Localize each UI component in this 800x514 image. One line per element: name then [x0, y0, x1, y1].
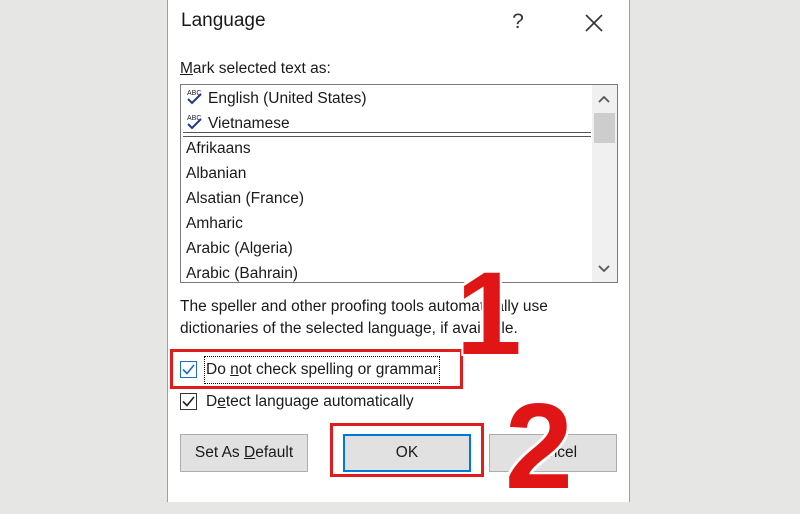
list-item-pinned[interactable]: ABC English (United States) [186, 86, 367, 111]
title-bar: Language ? [168, 0, 629, 46]
close-icon [585, 14, 603, 32]
checkbox[interactable] [180, 393, 197, 410]
scroll-up-icon[interactable] [596, 91, 612, 107]
detect-label: Detect language automatically [206, 393, 414, 410]
detect-language-checkbox[interactable]: Detect language automatically [180, 390, 440, 414]
checkmark-icon [182, 396, 195, 407]
list-item[interactable]: Arabic (Algeria) [186, 236, 293, 261]
dialog-title: Language [181, 10, 266, 31]
step1-highlight-box [170, 349, 463, 389]
scroll-down-icon[interactable] [596, 261, 612, 277]
list-item[interactable]: Albanian [186, 161, 246, 186]
list-item[interactable]: Alsatian (France) [186, 186, 304, 211]
step2-highlight-box [330, 423, 484, 477]
list-divider [183, 132, 591, 133]
language-listbox[interactable]: ABC English (United States) ABC Vietname… [180, 84, 618, 283]
list-item[interactable]: Arabic (Bahrain) [186, 261, 298, 282]
list-item[interactable]: Amharic [186, 211, 243, 236]
scroll-thumb[interactable] [594, 113, 615, 143]
info-text: The speller and other proofing tools aut… [180, 298, 548, 337]
vertical-scrollbar[interactable] [592, 85, 617, 282]
help-button[interactable]: ? [506, 8, 530, 36]
set-as-default-button[interactable]: Set As Default [180, 434, 308, 472]
close-button[interactable] [580, 9, 608, 37]
proofing-abc-icon: ABC [187, 115, 202, 130]
mark-selected-label: Mark selected text as: [180, 60, 331, 77]
step2-number: 2 [505, 378, 573, 514]
proofing-abc-icon: ABC [187, 90, 202, 105]
list-item[interactable]: Afrikaans [186, 136, 251, 161]
step1-number: 1 [456, 248, 522, 380]
